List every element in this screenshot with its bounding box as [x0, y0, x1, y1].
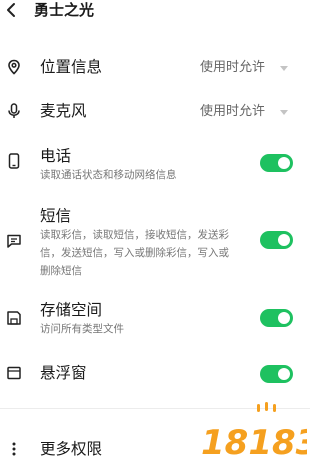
permission-value[interactable]: 使用时允许: [200, 103, 265, 121]
header: 勇士之光: [0, 0, 310, 24]
permission-title: 电话: [40, 147, 72, 165]
floating-window-toggle[interactable]: [260, 365, 293, 383]
description-line: 读取彩信，读取短信，接收短信，发送彩: [40, 229, 229, 241]
permission-storage: 存储空间 访问所有类型文件: [0, 300, 310, 340]
permission-floating-window: 悬浮窗: [0, 362, 310, 386]
permission-description: 读取通话状态和移动网络信息: [40, 169, 177, 181]
permission-sms: 短信 读取彩信，读取短信，接收短信，发送彩 信，发送短信，写入或删除彩信，写入或…: [0, 206, 310, 278]
dropdown-arrow-icon: [280, 110, 288, 115]
phone-toggle[interactable]: [260, 154, 293, 172]
microphone-icon: [8, 103, 20, 118]
permission-title: 悬浮窗: [40, 364, 87, 382]
toggle-knob: [278, 234, 290, 246]
watermark-logo: 18183: [200, 402, 307, 464]
permission-title: 位置信息: [40, 58, 103, 76]
toggle-knob: [278, 368, 290, 380]
page-title: 勇士之光: [34, 1, 95, 19]
more-vertical-icon: [12, 442, 16, 456]
permission-value[interactable]: 使用时允许: [200, 59, 265, 77]
permission-title: 存储空间: [40, 301, 103, 319]
permission-title: 麦克风: [40, 102, 87, 120]
storage-toggle[interactable]: [260, 309, 293, 327]
toggle-knob: [278, 157, 290, 169]
permission-title: 短信: [40, 207, 72, 225]
watermark-text: 18183: [201, 423, 307, 463]
permission-description: 访问所有类型文件: [40, 323, 124, 335]
more-permissions-label: 更多权限: [40, 440, 103, 458]
description-line: 信，发送短信，写入或删除彩信，写入或: [40, 247, 229, 259]
dropdown-arrow-icon: [280, 66, 288, 71]
phone-device-icon: [8, 153, 20, 169]
back-arrow-icon[interactable]: [4, 2, 20, 18]
toggle-knob: [278, 312, 290, 324]
message-icon: [7, 234, 21, 248]
permission-location[interactable]: 位置信息 使用时允许: [0, 56, 310, 80]
permission-microphone[interactable]: 麦克风 使用时允许: [0, 100, 310, 124]
floating-window-icon: [7, 366, 21, 380]
storage-icon: [7, 311, 21, 325]
description-line: 删除短信: [40, 265, 82, 277]
permission-description: 读取彩信，读取短信，接收短信，发送彩 信，发送短信，写入或删除彩信，写入或 删除…: [40, 226, 255, 280]
sms-toggle[interactable]: [260, 231, 293, 249]
location-pin-icon: [8, 59, 20, 75]
permission-phone: 电话 读取通话状态和移动网络信息: [0, 146, 310, 186]
